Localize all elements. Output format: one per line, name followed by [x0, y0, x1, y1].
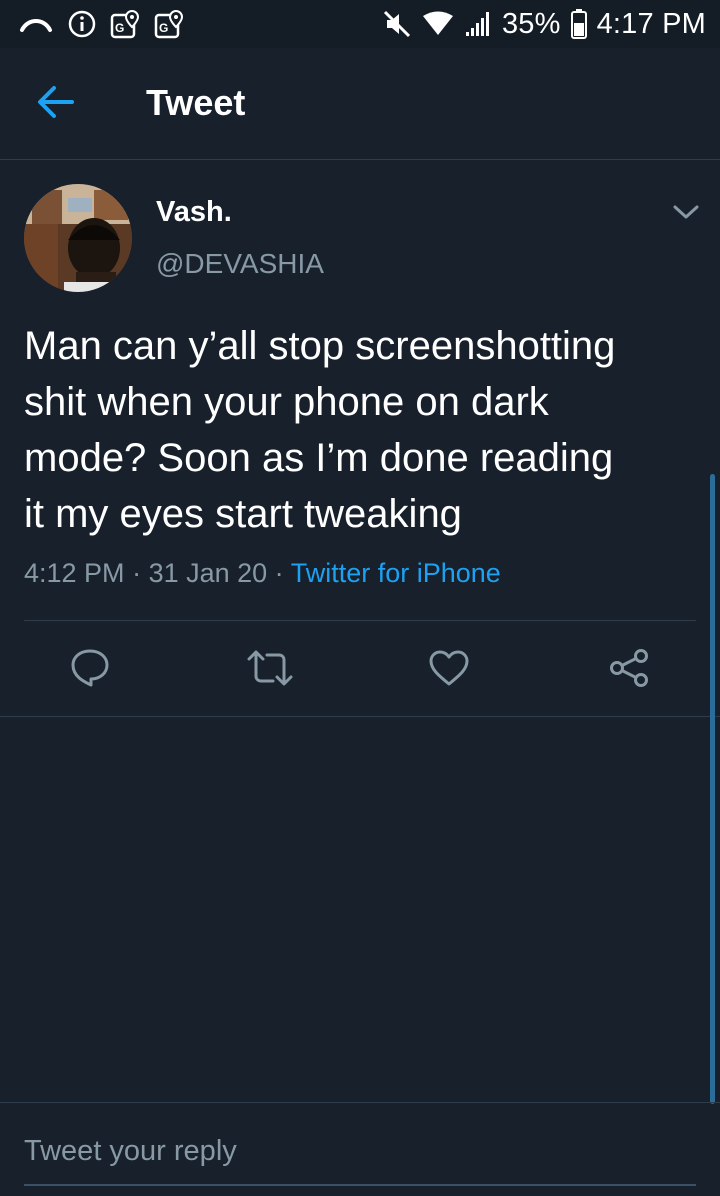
tweet-text-line: Man can y’all stop screenshotting	[24, 324, 616, 368]
divider	[24, 620, 696, 621]
retweet-icon	[246, 648, 294, 693]
tweet-text-line: it my eyes start tweaking	[24, 492, 462, 536]
display-name[interactable]: Vash.	[156, 196, 232, 229]
svg-text:G: G	[115, 21, 124, 35]
status-bar-right-icons: 35% 4:17 PM	[382, 6, 706, 42]
page-title: Tweet	[146, 82, 246, 123]
hotspot-icon	[18, 12, 54, 36]
retweet-button[interactable]	[246, 646, 294, 694]
tweet-text: Man can y’all stop screenshotting shit w…	[24, 318, 700, 542]
battery-icon	[570, 9, 587, 39]
avatar[interactable]	[24, 184, 132, 292]
heart-icon	[428, 649, 470, 692]
reply-input-underline	[24, 1184, 696, 1186]
maps-icon: G	[110, 9, 140, 39]
like-button[interactable]	[425, 646, 473, 694]
status-time: 4:17 PM	[596, 7, 706, 40]
meta-separator: ·	[267, 558, 291, 588]
back-button[interactable]	[30, 78, 82, 130]
status-bar: G G 35% 4:17 PM	[0, 0, 720, 48]
status-bar-left-icons: G G	[18, 6, 184, 42]
battery-percent: 35%	[501, 7, 561, 40]
tweet-text-line: shit when your phone on dark	[24, 380, 549, 424]
reply-button[interactable]	[66, 646, 114, 694]
divider	[0, 716, 720, 717]
arrow-left-icon	[36, 85, 76, 124]
divider	[0, 1102, 720, 1103]
scrollbar[interactable]	[710, 474, 715, 1104]
tweet-actions	[0, 640, 720, 700]
reply-input[interactable]	[24, 1128, 696, 1174]
tweet-text-line: mode? Soon as I’m done reading	[24, 436, 614, 480]
share-button[interactable]	[605, 646, 653, 694]
signal-icon	[464, 10, 492, 38]
info-icon	[68, 10, 96, 38]
app-bar: Tweet	[0, 48, 720, 160]
mute-icon	[382, 9, 412, 39]
username-handle[interactable]: @DEVASHIA	[156, 248, 324, 280]
tweet-time: 4:12 PM	[24, 558, 125, 588]
chevron-down-icon	[673, 204, 699, 225]
tweet-options-button[interactable]	[670, 198, 702, 230]
tweet-date: 31 Jan 20	[148, 558, 268, 588]
share-icon	[608, 648, 650, 693]
comment-icon	[69, 647, 111, 694]
svg-text:G: G	[159, 21, 168, 35]
tweet-detail-screen: G G 35% 4:17 PM Tweet Vash. @DEVASHIA Ma…	[0, 0, 720, 1196]
wifi-icon	[422, 11, 454, 37]
tweet-source-link[interactable]: Twitter for iPhone	[291, 558, 501, 588]
maps-icon: G	[154, 9, 184, 39]
meta-separator: ·	[124, 558, 149, 588]
tweet-meta: 4:12 PM · 31 Jan 20 · Twitter for iPhone	[24, 558, 501, 589]
